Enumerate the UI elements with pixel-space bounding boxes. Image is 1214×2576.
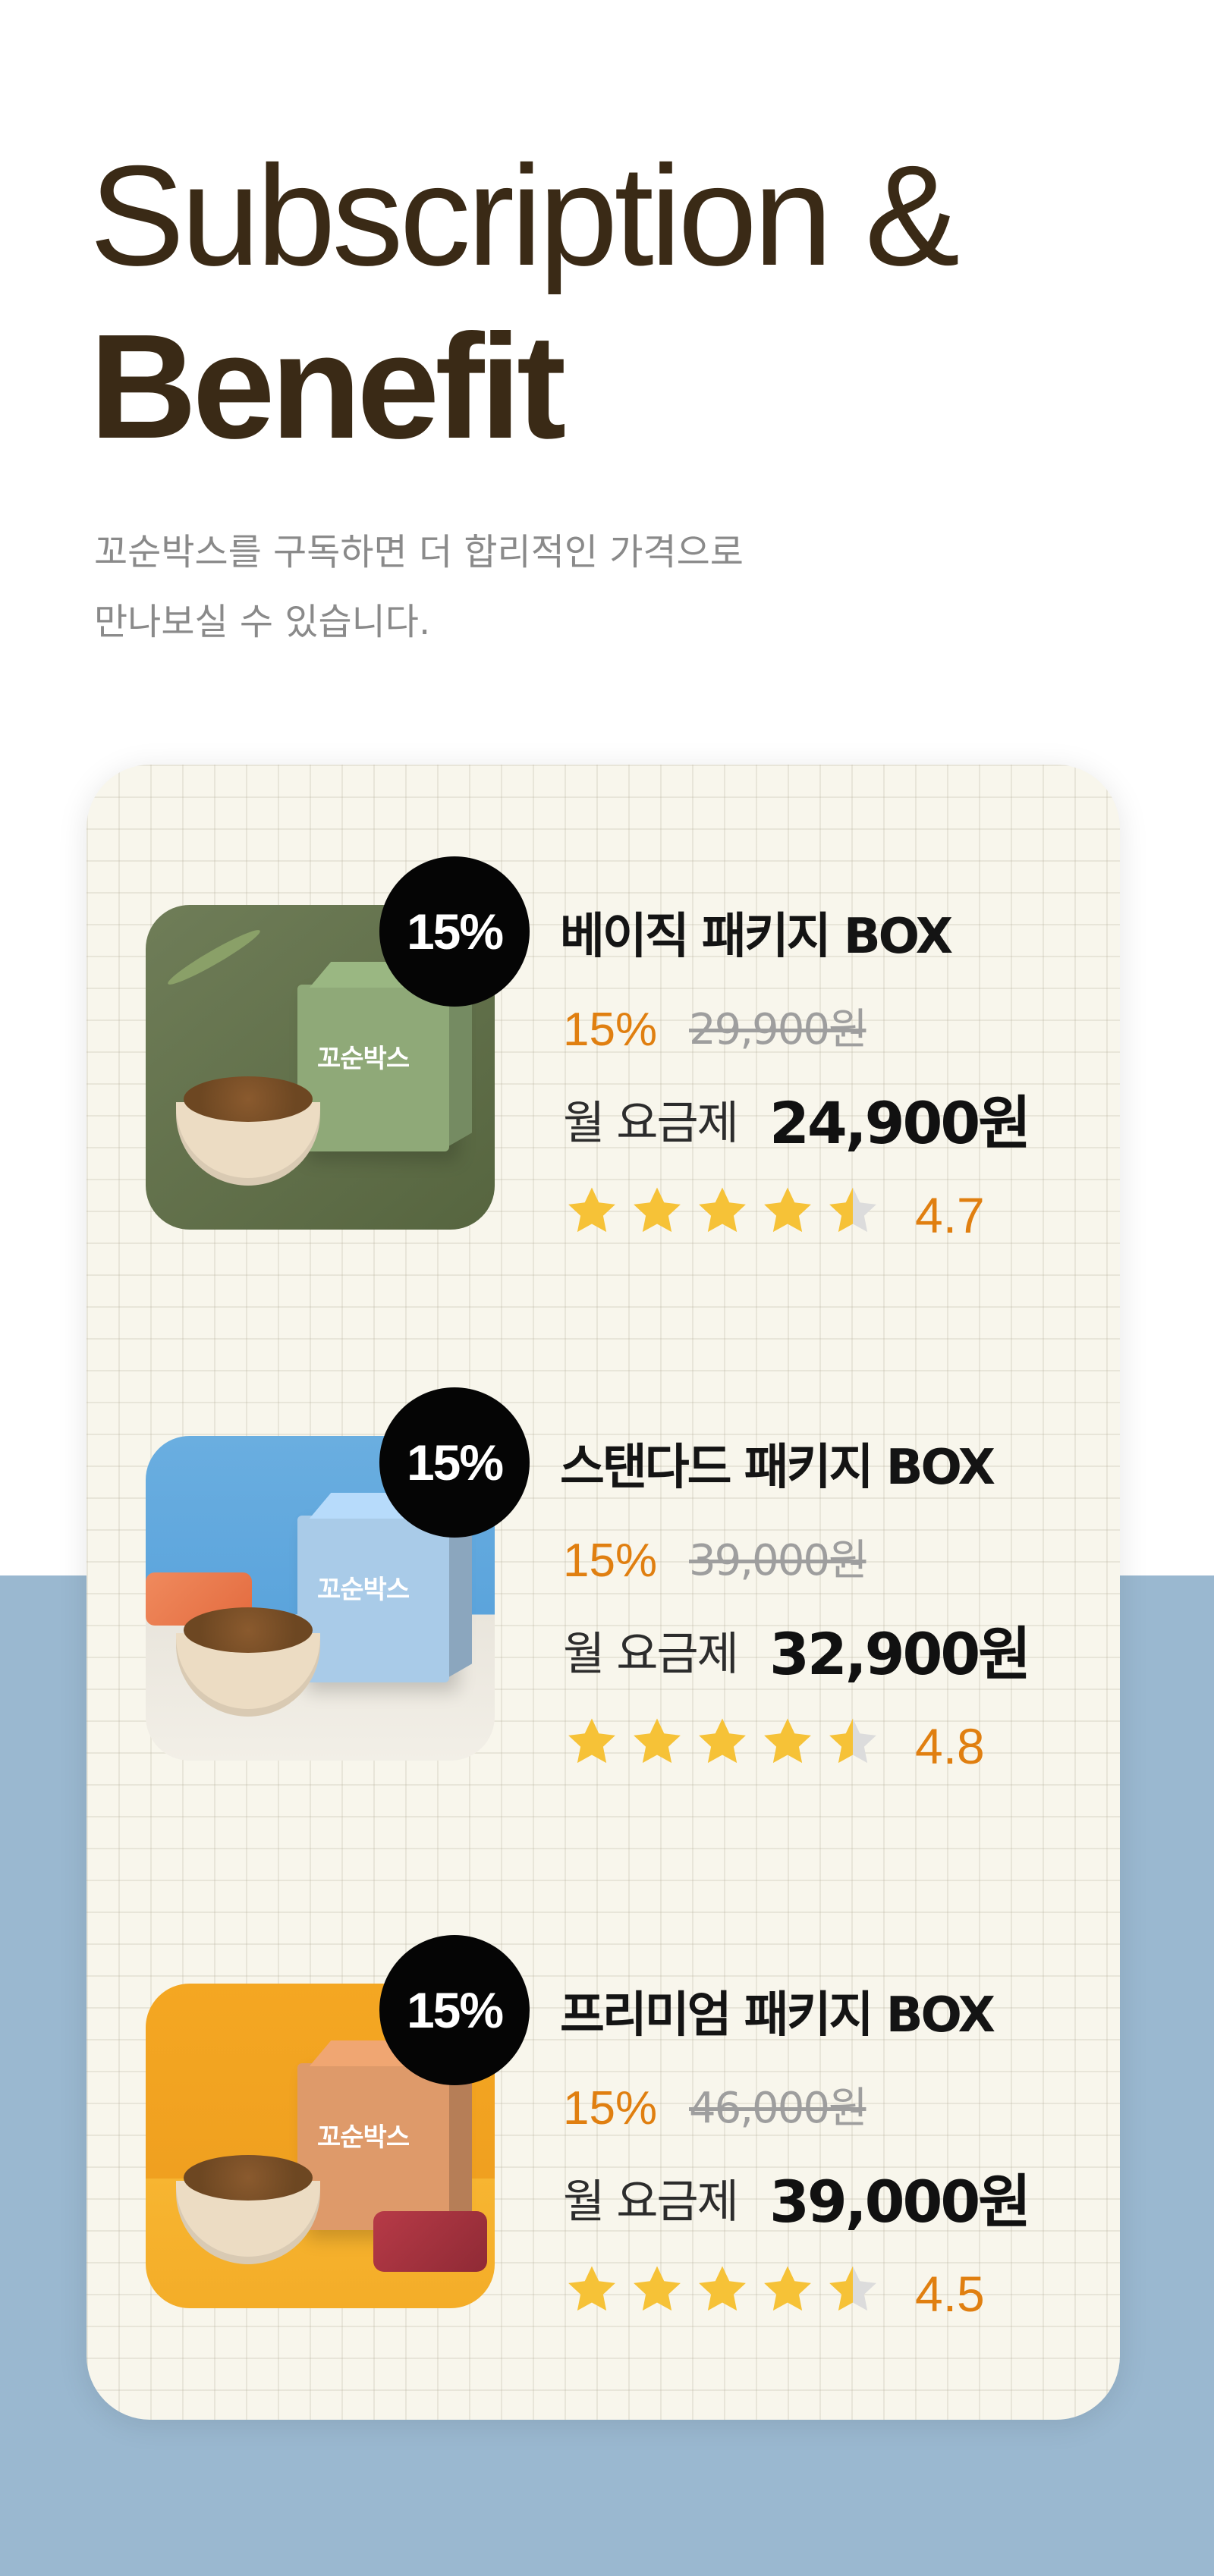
subscription-card: 꼬순박스 15% 베이직 패키지 BOX 15% 29,900원 월 요금제 2… xyxy=(86,765,1120,2420)
star-full-icon xyxy=(568,2266,615,2311)
food-bowl xyxy=(176,1607,320,1717)
star-half-icon xyxy=(829,1718,876,1764)
star-full-icon xyxy=(568,1187,615,1233)
discount-rate: 15% xyxy=(563,1004,658,1056)
star-rating xyxy=(565,1715,891,1776)
food-bowl xyxy=(176,1076,320,1186)
star-full-icon xyxy=(699,2266,746,2311)
product-basic[interactable]: 꼬순박스 15% 베이직 패키지 BOX 15% 29,900원 월 요금제 2… xyxy=(86,856,1120,1284)
box-logo: 꼬순박스 xyxy=(317,1044,410,1074)
star-full-icon xyxy=(764,1718,811,1764)
food-bowl xyxy=(176,2155,320,2264)
discount-badge: 15% xyxy=(379,1387,530,1538)
star-rating xyxy=(565,2263,891,2323)
rating-value: 4.8 xyxy=(915,1718,985,1774)
subtitle-line2: 만나보실 수 있습니다. xyxy=(94,601,431,643)
star-full-icon xyxy=(634,2266,681,2311)
page-subtitle: 꼬순박스를 구독하면 더 합리적인 가격으로 만나보실 수 있습니다. xyxy=(94,517,744,657)
star-full-icon xyxy=(568,1718,615,1764)
star-half-icon xyxy=(829,1187,876,1233)
original-price: 29,900원 xyxy=(689,1005,867,1054)
product-box: 꼬순박스 xyxy=(297,985,449,1151)
page-title-line1: Subscription & xyxy=(90,136,960,295)
discount-rate: 15% xyxy=(563,2082,658,2135)
meat-decoration xyxy=(373,2211,487,2272)
leaf-decoration xyxy=(164,925,264,990)
product-box: 꼬순박스 xyxy=(297,1516,449,1682)
plan-label: 월 요금제 xyxy=(563,2175,739,2229)
discount-rate: 15% xyxy=(563,1535,658,1587)
star-full-icon xyxy=(699,1187,746,1233)
original-price: 46,000원 xyxy=(689,2084,867,2133)
rating-value: 4.5 xyxy=(915,2266,985,2322)
rating-value: 4.7 xyxy=(915,1187,985,1243)
product-name[interactable]: 프리미엄 패키지 BOX xyxy=(560,1991,995,2040)
sale-price: 39,000원 xyxy=(769,2168,1031,2235)
sale-price: 24,900원 xyxy=(769,1089,1031,1157)
sale-price: 32,900원 xyxy=(769,1620,1031,1688)
plan-label: 월 요금제 xyxy=(563,1097,739,1150)
product-name[interactable]: 스탠다드 패키지 BOX xyxy=(560,1444,995,1492)
star-full-icon xyxy=(634,1187,681,1233)
star-rating xyxy=(565,1184,891,1245)
product-standard[interactable]: 꼬순박스 15% 스탠다드 패키지 BOX 15% 39,000원 월 요금제 … xyxy=(86,1387,1120,1815)
page-title-line2: Benefit xyxy=(90,303,566,470)
box-logo: 꼬순박스 xyxy=(317,2122,410,2153)
original-price: 39,000원 xyxy=(689,1536,867,1585)
star-full-icon xyxy=(699,1718,746,1764)
product-name[interactable]: 베이직 패키지 BOX xyxy=(560,913,953,961)
plan-label: 월 요금제 xyxy=(563,1628,739,1681)
star-half-icon xyxy=(829,2266,876,2311)
discount-badge: 15% xyxy=(379,856,530,1007)
star-full-icon xyxy=(634,1718,681,1764)
product-premium[interactable]: 꼬순박스 15% 프리미엄 패키지 BOX 15% 46,000원 월 요금제 … xyxy=(86,1935,1120,2363)
subtitle-line1: 꼬순박스를 구독하면 더 합리적인 가격으로 xyxy=(94,531,744,573)
star-full-icon xyxy=(764,2266,811,2311)
product-box: 꼬순박스 xyxy=(297,2063,449,2230)
star-full-icon xyxy=(764,1187,811,1233)
box-logo: 꼬순박스 xyxy=(317,1575,410,1605)
discount-badge: 15% xyxy=(379,1935,530,2085)
